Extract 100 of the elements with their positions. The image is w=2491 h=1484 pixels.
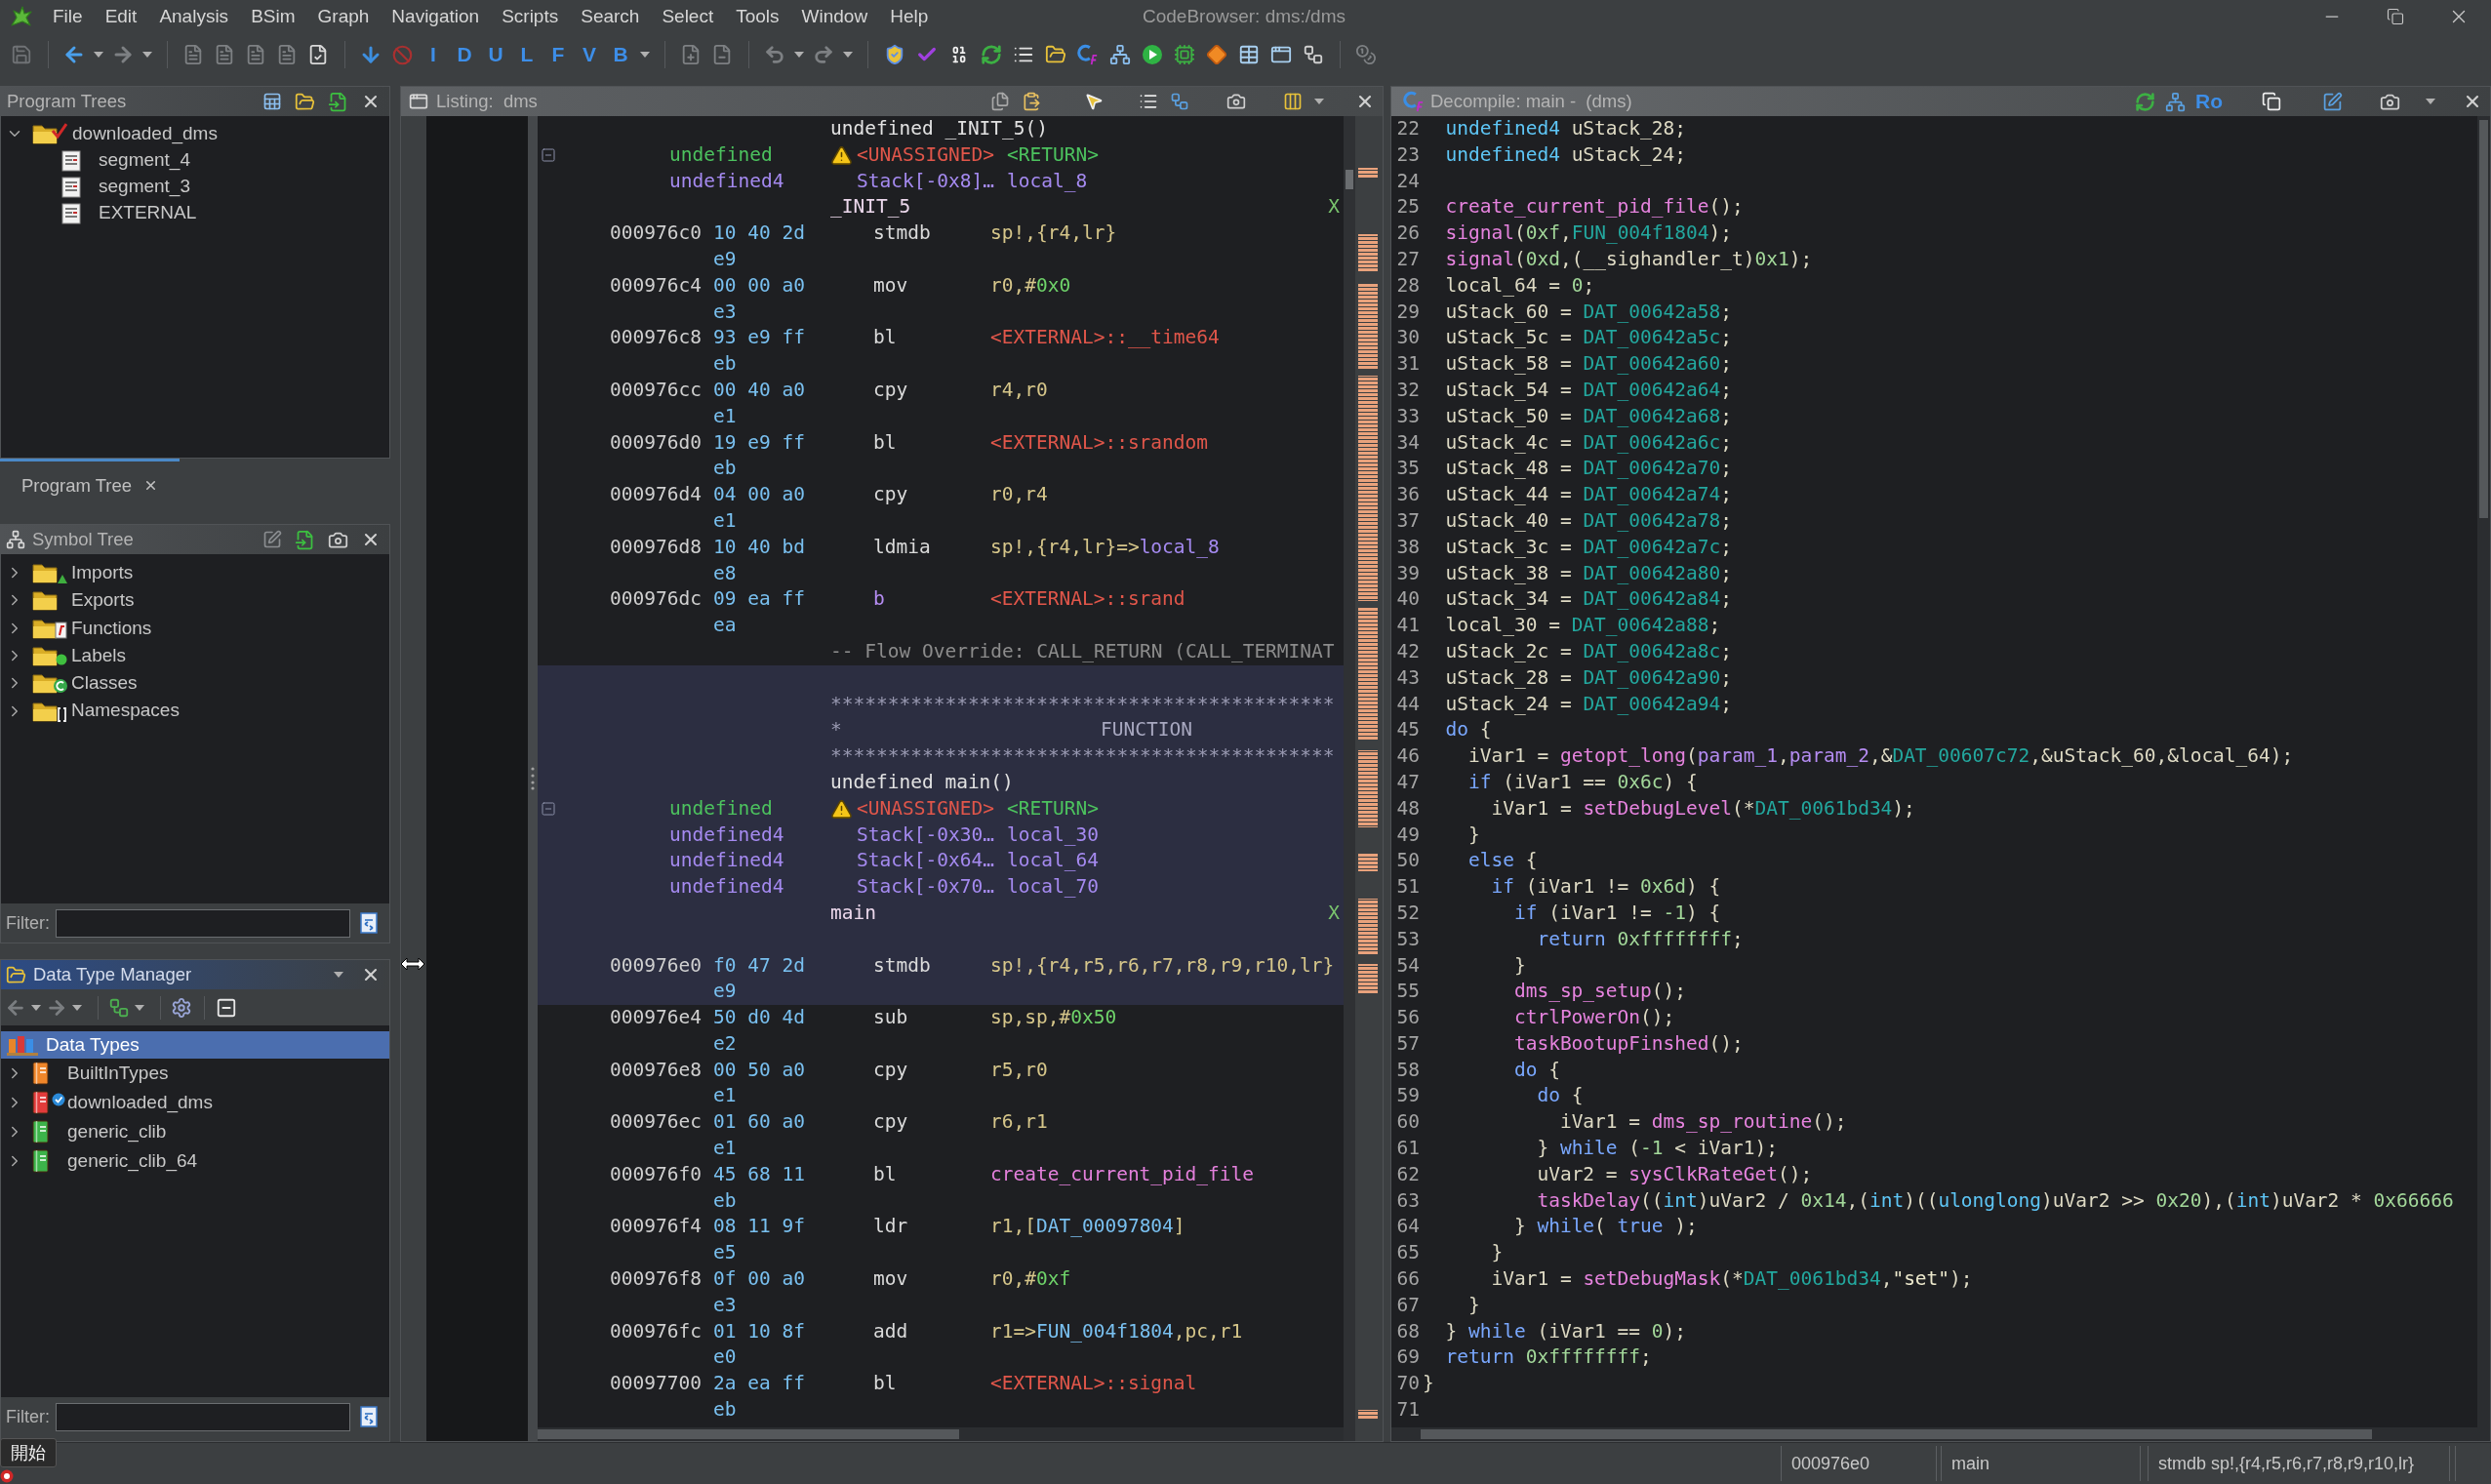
- menu-item[interactable]: Select: [662, 2, 714, 31]
- horizontal-scrollbar[interactable]: [1391, 1427, 2477, 1441]
- code-line: iVar1 = setDebugMask(*DAT_0061bd34,"set");: [1491, 1266, 1973, 1293]
- horizontal-scrollbar[interactable]: [538, 1427, 1344, 1441]
- cursor-icon[interactable]: [1084, 92, 1104, 111]
- refresh-icon[interactable]: [2135, 91, 2155, 112]
- table-icon[interactable]: [262, 92, 282, 111]
- tree-item[interactable]: segment_3: [99, 173, 190, 201]
- menu-item[interactable]: Analysis: [159, 2, 229, 31]
- restore-icon[interactable]: [2386, 8, 2404, 25]
- document-arrow-icon[interactable]: [295, 529, 315, 550]
- folder-icon[interactable]: [1044, 44, 1066, 65]
- menu-item[interactable]: Edit: [104, 2, 138, 31]
- caret-icon[interactable]: [1314, 99, 1324, 104]
- menu-item[interactable]: Graph: [317, 2, 370, 31]
- collapse-icon[interactable]: [541, 147, 556, 164]
- diamond-icon[interactable]: [1205, 44, 1227, 65]
- tree-item[interactable]: Classes: [71, 669, 138, 698]
- caret-icon[interactable]: [334, 972, 343, 978]
- copy-icon[interactable]: [2262, 92, 2281, 111]
- tree-item[interactable]: Data Types: [46, 1030, 140, 1060]
- filter-input[interactable]: [56, 908, 350, 938]
- refresh-icon[interactable]: [980, 44, 1002, 65]
- document-icon[interactable]: [214, 44, 235, 65]
- menu-item[interactable]: BSim: [251, 2, 296, 31]
- document-minus-icon[interactable]: [711, 44, 733, 65]
- tree-item[interactable]: Exports: [71, 586, 135, 615]
- redo-icon[interactable]: [813, 44, 834, 65]
- copy-icon[interactable]: [990, 92, 1010, 111]
- scrollbar-thumb[interactable]: [1421, 1429, 2372, 1439]
- columns-icon[interactable]: [1283, 92, 1303, 111]
- hierarchy-icon[interactable]: [1302, 44, 1324, 65]
- collapse-icon[interactable]: [541, 801, 556, 818]
- caret-icon[interactable]: [142, 52, 152, 58]
- hierarchy-icon[interactable]: [1108, 44, 1131, 65]
- round-logo-icon[interactable]: [0, 1469, 14, 1483]
- chip-icon[interactable]: [1173, 44, 1195, 65]
- window-icon[interactable]: [1269, 44, 1292, 65]
- menu-item[interactable]: Help: [890, 2, 929, 31]
- undo-icon[interactable]: [764, 44, 785, 65]
- paste-icon[interactable]: [1022, 92, 1041, 111]
- hierarchy-icon[interactable]: [1170, 92, 1189, 111]
- vertical-scrollbar[interactable]: [2477, 116, 2490, 1441]
- tree-item[interactable]: EXTERNAL: [99, 199, 197, 227]
- camera-icon[interactable]: [1226, 92, 1246, 111]
- code-line: signal(0xf,FUN_004f1804);: [1445, 221, 1733, 247]
- vertical-scrollbar[interactable]: [1344, 116, 1355, 1441]
- filter-input[interactable]: [56, 1402, 350, 1431]
- caret-icon[interactable]: [135, 1004, 144, 1011]
- storage-text: Stack[-0x8]…: [857, 169, 994, 192]
- edit-icon[interactable]: [2322, 91, 2343, 112]
- document-icon[interactable]: [182, 44, 204, 65]
- tree-item[interactable]: Functions: [71, 614, 152, 642]
- document-icon[interactable]: [245, 44, 266, 65]
- tree-item[interactable]: Imports: [71, 558, 134, 587]
- list-icon[interactable]: [1139, 92, 1158, 111]
- document-arrow-icon[interactable]: [328, 91, 348, 112]
- tree-row[interactable]: Data Types: [1, 1031, 389, 1059]
- scrollbar-thumb[interactable]: [2479, 120, 2488, 518]
- caret-icon[interactable]: [72, 1004, 82, 1011]
- tree-item[interactable]: downloaded_dms: [72, 119, 218, 148]
- overview-markers[interactable]: [1358, 168, 1378, 1420]
- address-text: 000976f8: [610, 1267, 702, 1291]
- tree-item[interactable]: generic_clib: [67, 1117, 167, 1146]
- menu-item[interactable]: File: [53, 2, 83, 31]
- edit-icon[interactable]: [262, 530, 282, 549]
- play-icon[interactable]: [1141, 44, 1163, 65]
- menu-item[interactable]: Scripts: [502, 2, 559, 31]
- mnemonic-text: b: [873, 587, 885, 611]
- byte-text: eb: [713, 456, 737, 482]
- caret-icon[interactable]: [794, 52, 804, 58]
- scrollbar-thumb[interactable]: [538, 1429, 959, 1439]
- tree-item[interactable]: downloaded_dms: [67, 1088, 213, 1117]
- tree-item[interactable]: Namespaces: [71, 697, 180, 725]
- byte-text: 10 40 bd: [713, 535, 805, 558]
- tree-item[interactable]: generic_clib_64: [67, 1146, 198, 1176]
- caret-icon[interactable]: [640, 52, 650, 58]
- document-plus-icon[interactable]: [680, 44, 702, 65]
- caret-icon[interactable]: [2426, 99, 2435, 104]
- menu-item[interactable]: Window: [801, 2, 868, 31]
- caret-icon[interactable]: [843, 52, 853, 58]
- document-check-icon[interactable]: [307, 44, 329, 65]
- tree-item[interactable]: segment_4: [99, 146, 190, 175]
- menu-item[interactable]: Navigation: [391, 2, 480, 31]
- tree-item[interactable]: Labels: [71, 641, 126, 670]
- document-icon[interactable]: [276, 44, 298, 65]
- folder-icon[interactable]: [295, 91, 315, 112]
- scrollbar-thumb[interactable]: [1346, 170, 1353, 189]
- table-icon[interactable]: [1237, 44, 1260, 65]
- graph-icon[interactable]: [2165, 91, 2186, 112]
- tree-item[interactable]: BuiltInTypes: [67, 1059, 169, 1088]
- grip-dots-icon[interactable]: [531, 767, 535, 790]
- hierarchy-icon[interactable]: [108, 996, 130, 1019]
- menu-item[interactable]: Tools: [736, 2, 780, 31]
- gear-icon[interactable]: [171, 996, 192, 1019]
- collapse-all-icon[interactable]: [216, 996, 237, 1019]
- caret-icon[interactable]: [31, 1004, 41, 1011]
- caret-icon[interactable]: [94, 52, 103, 58]
- menu-item[interactable]: Search: [581, 2, 640, 31]
- coins-icon[interactable]: [1355, 44, 1377, 65]
